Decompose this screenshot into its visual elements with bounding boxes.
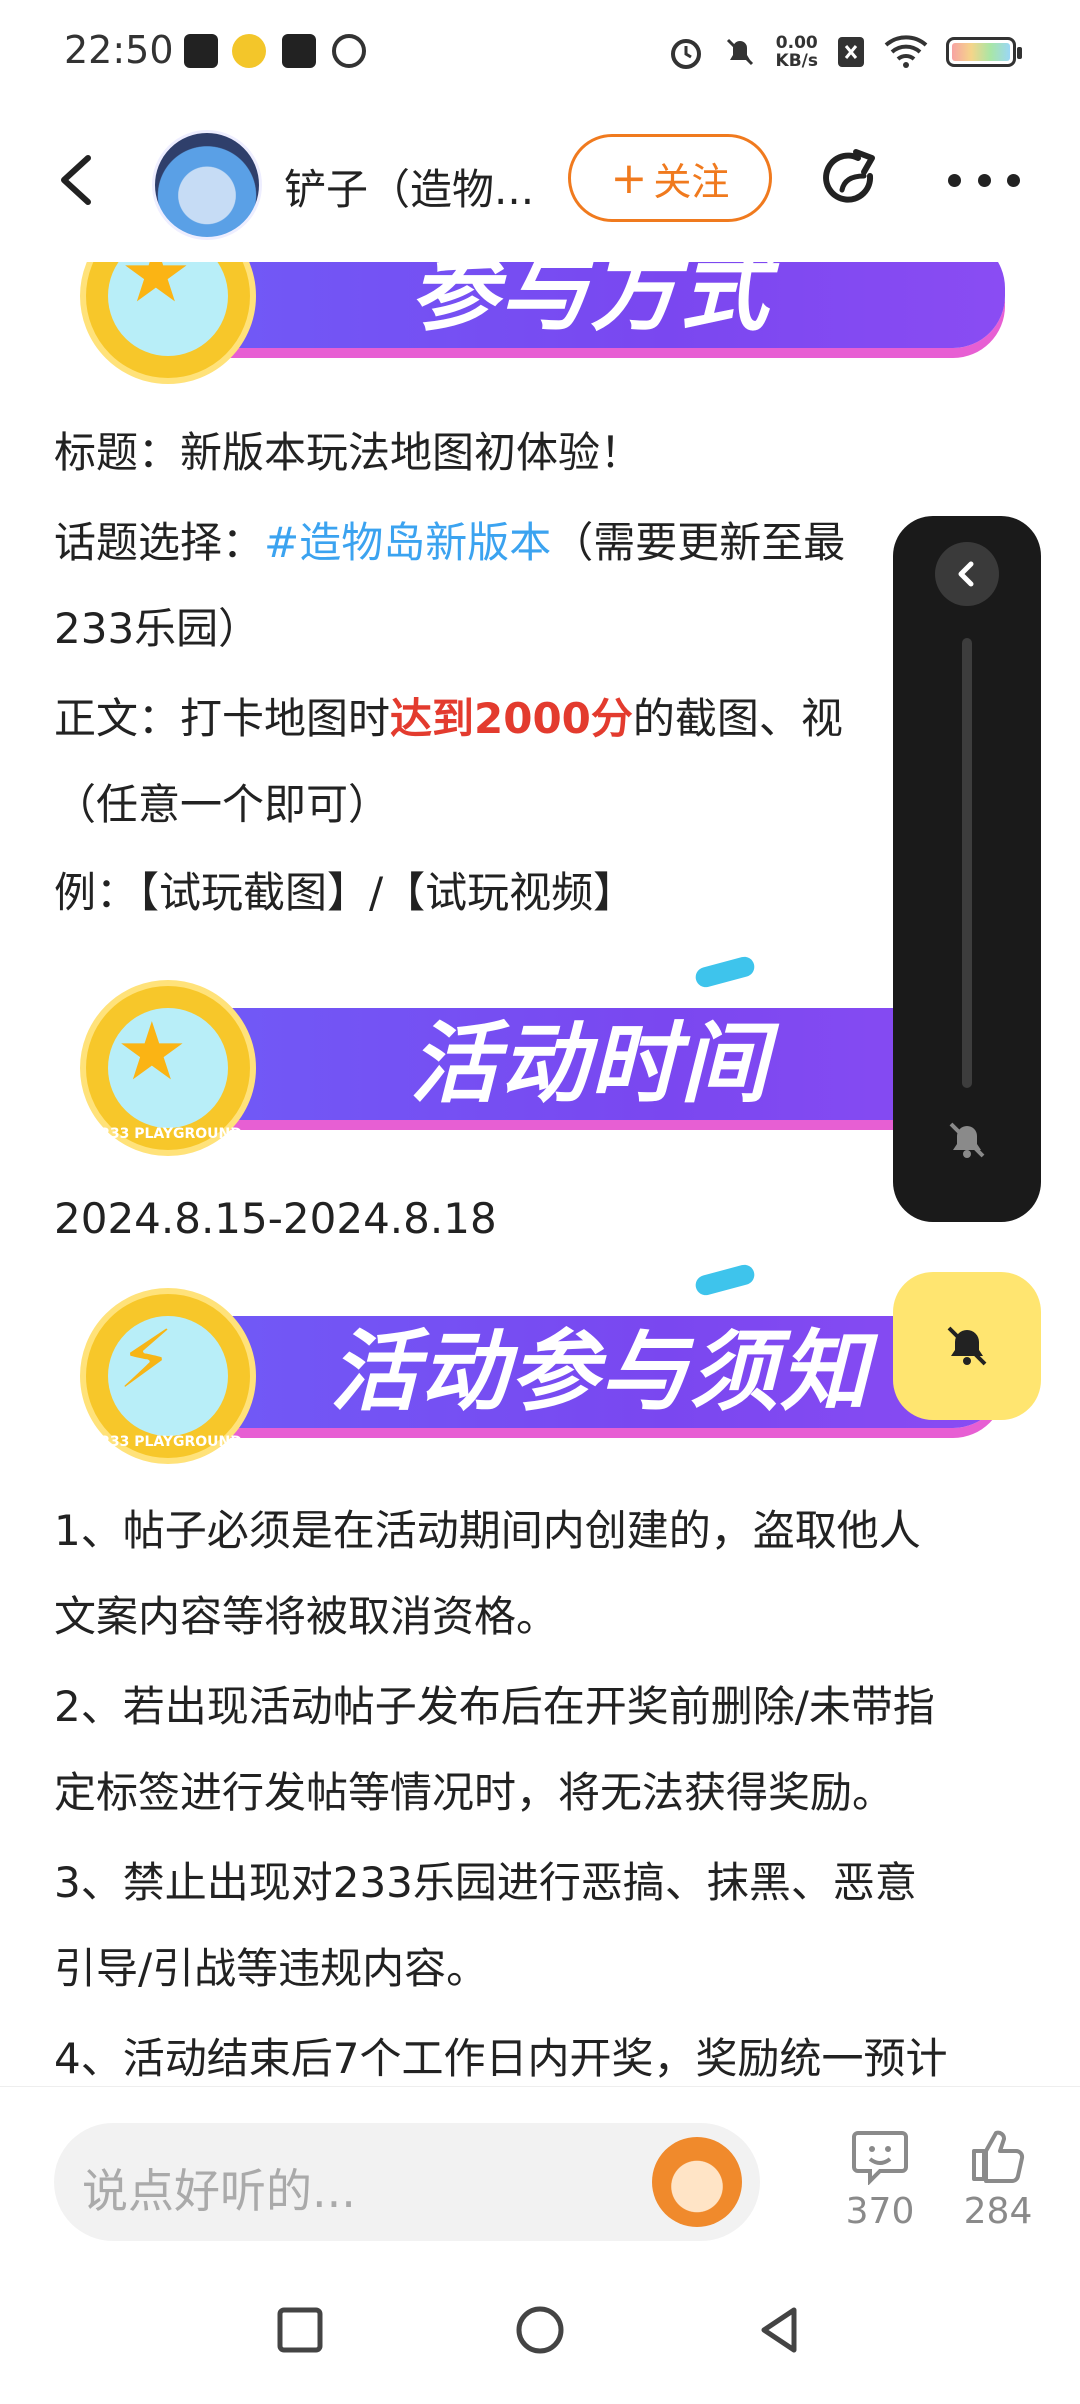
topic-line: 话题选择：#造物岛新版本（需要更新至最 — [54, 518, 846, 567]
recents-button[interactable] — [270, 2300, 330, 2360]
mute-icon — [726, 38, 753, 66]
banner-title: 活动时间 — [410, 1012, 771, 1115]
example-line: 例：【试玩截图】/【试玩视频】 — [54, 868, 636, 917]
share-icon[interactable] — [818, 146, 888, 216]
star-icon: ★ — [120, 262, 192, 320]
rule-3-line-b: 引导/引战等违规内容。 — [54, 1944, 489, 1993]
status-time: 22:50 — [64, 28, 174, 72]
app-icon — [232, 34, 266, 68]
event-date-range: 2024.8.15-2024.8.18 — [54, 1194, 497, 1243]
comment-bar: 说点好听的... 370 284 — [0, 2086, 1080, 2257]
comment-count-button[interactable]: 370 — [830, 2127, 930, 2232]
volume-slider[interactable] — [962, 638, 972, 1088]
comment-input[interactable]: 说点好听的... — [54, 2123, 760, 2241]
coin-badge: ★ 233 PLAYGROUND — [80, 980, 256, 1156]
banner-title: 参与方式 — [410, 262, 771, 343]
body-line-2: （任意一个即可） — [54, 780, 391, 829]
net-speed: 0.00 KB/s — [775, 33, 818, 71]
back-nav-button[interactable] — [750, 2300, 810, 2360]
coin-badge: ⚡ 233 PLAYGROUND — [80, 1288, 256, 1464]
collapse-panel-button[interactable] — [935, 542, 999, 606]
comment-placeholder: 说点好听的... — [82, 2164, 356, 2218]
lightning-icon: ⚡ — [117, 1313, 175, 1406]
rule-1-line-a: 1、帖子必须是在活动期间内创建的，盗取他人 — [54, 1506, 921, 1555]
volume-panel[interactable] — [893, 516, 1041, 1222]
link-icon — [332, 34, 366, 68]
system-nav-bar — [0, 2256, 1080, 2404]
comment-count: 370 — [845, 2191, 915, 2232]
rule-1-line-b: 文案内容等将被取消资格。 — [54, 1592, 559, 1641]
score-highlight: 达到2000分 — [390, 694, 633, 743]
post-header: 铲子（造物... + 关注 — [0, 120, 1080, 240]
topic-tag-link[interactable]: #造物岛新版本 — [264, 518, 551, 567]
banner-event-time: ★ 233 PLAYGROUND 活动时间 — [80, 954, 1005, 1156]
ringer-mute-button[interactable] — [893, 1272, 1041, 1420]
more-options-button[interactable] — [948, 160, 1020, 200]
rule-3-line-a: 3、禁止出现对233乐园进行恶搞、抹黑、恶意 — [54, 1858, 917, 1907]
alarm-icon — [670, 39, 701, 69]
banner-join-method: ★ 参与方式 — [80, 262, 1005, 384]
wifi-icon — [884, 35, 928, 68]
battery-icon — [946, 37, 1022, 67]
author-name[interactable]: 铲子（造物... — [284, 156, 534, 217]
tiktok-icon — [184, 34, 218, 68]
author-avatar[interactable] — [152, 130, 262, 240]
comment-icon — [852, 2131, 908, 2185]
rule-2-line-a: 2、若出现活动帖子发布后在开奖前删除/未带指 — [54, 1682, 935, 1731]
like-count: 284 — [963, 2191, 1033, 2232]
chevron-left-icon — [958, 561, 974, 587]
star-icon: ★ — [116, 1005, 188, 1098]
topic-line-2: 233乐园） — [54, 604, 261, 653]
follow-label: 关注 — [653, 159, 730, 204]
message-icon — [282, 34, 316, 68]
banner-event-rules: ⚡ 233 PLAYGROUND 活动参与须知 — [80, 1262, 1005, 1464]
body-line: 正文：打卡地图时达到2000分的截图、视 — [54, 694, 843, 743]
plus-icon: + — [610, 152, 648, 204]
home-button[interactable] — [510, 2300, 570, 2360]
bell-off-icon — [947, 1326, 987, 1366]
sim-icon — [838, 37, 864, 67]
rule-4-line-a: 4、活动结束后7个工作日内开奖，奖励统一预计 — [54, 2034, 948, 2082]
mute-bell-icon[interactable] — [943, 1116, 991, 1164]
rule-2-line-b: 定标签进行发帖等情况时，将无法获得奖励。 — [54, 1768, 895, 1817]
status-bar: 22:50 0.00 KB/s — [0, 0, 1080, 105]
like-count-button[interactable]: 284 — [948, 2127, 1048, 2232]
post-title-line: 标题：新版本玩法地图初体验！ — [54, 428, 643, 477]
mascot-icon[interactable] — [652, 2137, 742, 2227]
follow-button[interactable]: + 关注 — [568, 134, 772, 222]
back-button[interactable] — [48, 148, 108, 212]
coin-badge: ★ — [80, 262, 256, 384]
banner-title: 活动参与须知 — [330, 1320, 871, 1423]
thumbs-up-icon — [972, 2130, 1025, 2183]
